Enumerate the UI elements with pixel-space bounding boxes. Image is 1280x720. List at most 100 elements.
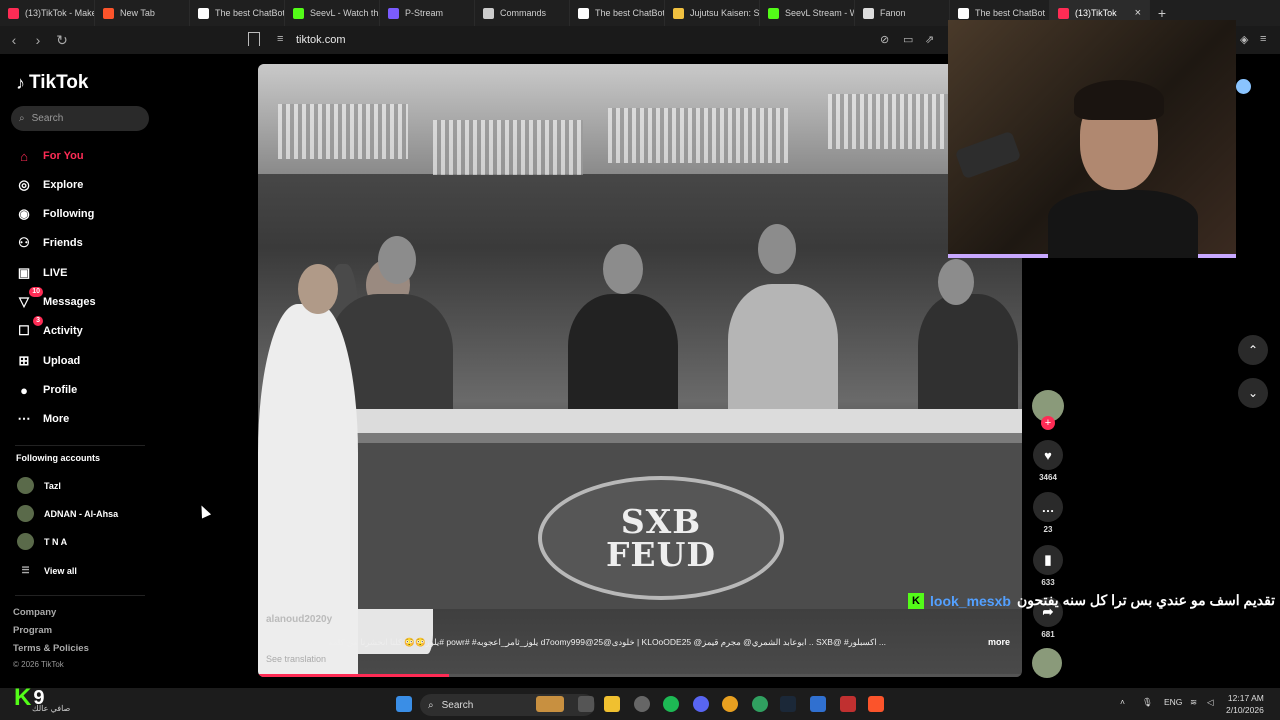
back-icon[interactable]: ‹ (4, 32, 24, 48)
nav-item-profile[interactable]: ● Profile (15, 381, 77, 399)
see-translation-link[interactable]: See translation (266, 654, 326, 664)
video-light (278, 104, 408, 159)
video-author[interactable]: alanoud2020y (266, 614, 332, 625)
tab-favicon-icon (958, 7, 969, 19)
video-head (758, 224, 796, 274)
nav-item-more[interactable]: ⋯ More (15, 410, 70, 428)
tray-expand-icon[interactable]: ˄ (1120, 697, 1125, 707)
browser-tab[interactable]: Fanon (855, 0, 950, 26)
url-field[interactable]: tiktok.com (296, 34, 346, 46)
caption-more-link[interactable]: more (988, 637, 1010, 647)
browser-tab[interactable]: The best ChatBot (570, 0, 665, 26)
save-button[interactable]: ▮ 633 (1032, 545, 1064, 587)
spotify-icon[interactable] (663, 696, 679, 712)
tab-favicon-icon (578, 7, 589, 19)
like-button[interactable]: ♥ 3464 (1032, 440, 1064, 482)
extension-dot-icon[interactable] (1236, 79, 1251, 94)
widget-icon[interactable] (536, 696, 564, 712)
view-all-link[interactable]: ☰ View all (17, 565, 76, 576)
nav-item-upload[interactable]: ⊞ Upload (15, 352, 81, 370)
windows-start-icon[interactable] (396, 696, 412, 712)
following-account[interactable]: T N A (17, 533, 67, 550)
more-icon: ⋯ (17, 411, 31, 426)
friends-icon: ⚇ (18, 235, 30, 250)
task-view-icon[interactable] (578, 696, 594, 712)
system-clock[interactable]: 12:17 AM 2/10/2026 (1226, 692, 1264, 716)
webcam-overlay (948, 20, 1236, 258)
browser-tab[interactable]: Jujutsu Kaisen: Sh (665, 0, 760, 26)
brave-icon[interactable] (868, 696, 884, 712)
tab-label: The best ChatBot (975, 8, 1046, 18)
app-icon[interactable] (810, 696, 826, 712)
account-name: Tazl (44, 480, 61, 491)
no-cast-icon[interactable]: ⊘ (880, 33, 889, 46)
close-icon[interactable]: × (1135, 7, 1141, 19)
github-icon[interactable] (634, 696, 650, 712)
browser-tab[interactable]: SeevL Stream - W (760, 0, 855, 26)
site-info-icon[interactable]: ≡ (277, 33, 283, 45)
following-account[interactable]: Tazl (17, 477, 61, 494)
browser-tab[interactable]: SeevL - Watch th (285, 0, 380, 26)
nav-item-explore[interactable]: ◎ Explore (15, 176, 83, 194)
bookmark-icon: ▮ (1033, 545, 1063, 575)
nav-item-activity[interactable]: ☐ 3 Activity (15, 316, 83, 340)
following-account[interactable]: ADNAN - Al-Ahsa (17, 505, 118, 522)
bookmark-icon[interactable] (248, 32, 260, 46)
video-head (378, 236, 416, 284)
browser-tab[interactable]: The best ChatBot (190, 0, 285, 26)
search-input[interactable]: ⌕ Search (11, 106, 149, 131)
mic-icon[interactable]: 🎙 (1142, 697, 1153, 708)
footer-link[interactable]: Company (13, 607, 56, 618)
video-progress-bar[interactable] (258, 674, 1022, 677)
nav-item-friends[interactable]: ⚇ Friends (15, 234, 83, 252)
nav-item-live[interactable]: ▣ LIVE (15, 264, 68, 282)
new-tab-button[interactable]: + (1150, 5, 1174, 21)
menu-icon[interactable]: ≡ (1260, 33, 1266, 45)
video-person (918, 294, 1018, 424)
previous-video-button[interactable]: ⌃ (1238, 335, 1268, 365)
browser-tab[interactable]: P-Stream (380, 0, 475, 26)
follow-plus-icon[interactable]: + (1041, 416, 1055, 430)
share-icon[interactable]: ⇗ (925, 33, 934, 46)
tiktok-logo[interactable]: ♪ TikTok (16, 72, 88, 94)
browser-tab[interactable]: (13)TikTok - Make (0, 0, 95, 26)
webcam-streamer-hair (1074, 80, 1164, 120)
nav-item-for-you[interactable]: ⌂ For You (15, 147, 83, 165)
next-video-button[interactable]: ⌄ (1238, 378, 1268, 408)
app-red-icon[interactable] (840, 696, 856, 712)
browser-tab[interactable]: Commands (475, 0, 570, 26)
steam-icon[interactable] (780, 696, 796, 712)
chrome-alt-icon[interactable] (752, 696, 768, 712)
discord-icon[interactable] (693, 696, 709, 712)
reload-icon[interactable]: ↻ (52, 32, 72, 49)
language-indicator[interactable]: ENG (1164, 697, 1182, 707)
shield-icon[interactable]: ◈ (1240, 33, 1248, 46)
wifi-icon[interactable]: ≋ (1190, 697, 1197, 708)
tab-favicon-icon (483, 7, 494, 19)
volume-icon[interactable]: ◁ (1207, 697, 1214, 708)
compass-icon: ◎ (18, 177, 30, 192)
taskbar-search[interactable]: ⌕ Search (420, 694, 595, 716)
forward-icon[interactable]: › (28, 32, 48, 48)
upload-icon: ⊞ (18, 353, 30, 368)
footer-link[interactable]: Terms & Policies (13, 643, 89, 654)
tab-favicon-icon (103, 7, 114, 19)
chrome-icon[interactable] (722, 696, 738, 712)
file-explorer-icon[interactable] (604, 696, 620, 712)
pip-icon[interactable]: ▭ (903, 33, 913, 46)
tab-label: Fanon (880, 8, 906, 18)
messages-icon: ▽ 10 (15, 287, 43, 311)
browser-tab[interactable]: New Tab (95, 0, 190, 26)
chat-message-overlay: K look_mesxb تقديم اسف مو عندي بس ترا كل… (908, 592, 1275, 609)
video-player[interactable]: SXB FEUD alanoud2020y ... اكسبلور# @SXB … (258, 64, 1022, 677)
video-person (568, 294, 678, 424)
comment-button[interactable]: … 23 (1032, 492, 1064, 534)
video-head (938, 259, 974, 305)
nav-item-messages[interactable]: ▽ 10 Messages (15, 287, 96, 311)
footer-link[interactable]: Program (13, 625, 52, 636)
music-disc-avatar[interactable] (1032, 648, 1062, 678)
search-icon: ⌕ (428, 699, 434, 711)
nav-item-following[interactable]: ◉ Following (15, 205, 94, 223)
nav-label: Friends (43, 237, 83, 249)
search-placeholder: Search (31, 113, 64, 124)
